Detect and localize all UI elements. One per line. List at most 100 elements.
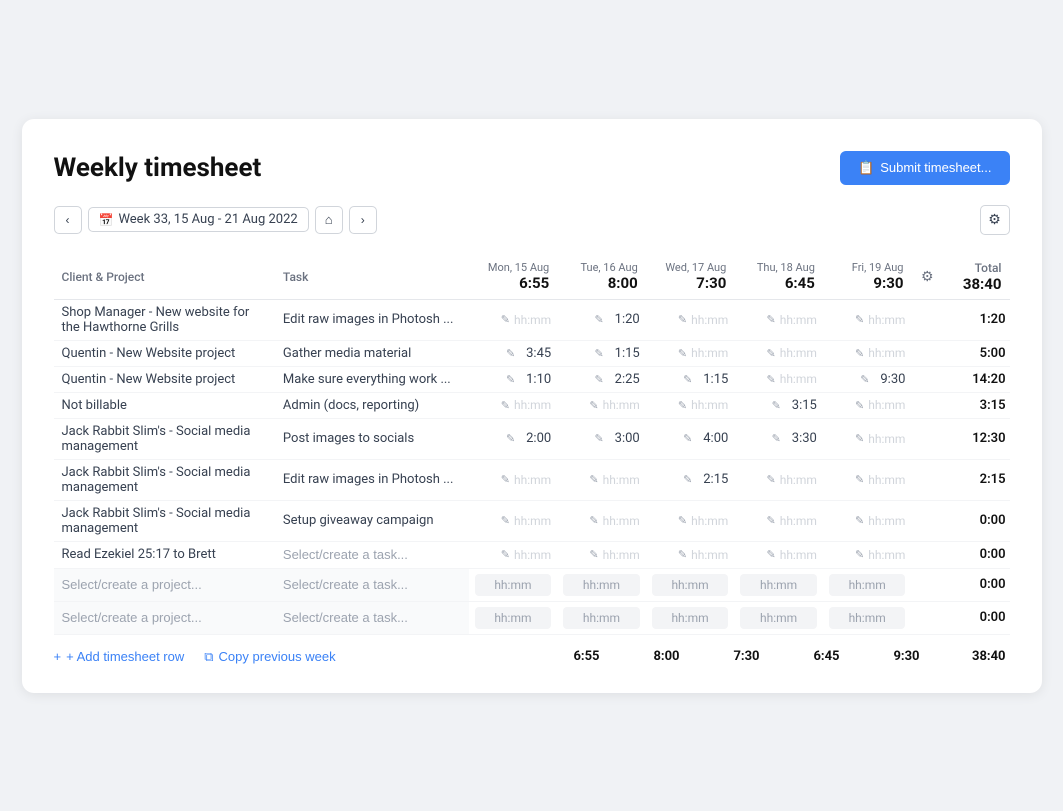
project-cell: Not billable [54,392,275,418]
day-cell-mon: hh:mm [469,601,558,634]
edit-icon[interactable]: ✎ [589,514,598,527]
edit-icon[interactable]: ✎ [506,373,515,386]
edit-icon[interactable]: ✎ [595,347,604,360]
day-cell-thu: ✎ hh:mm [734,299,823,340]
edit-icon[interactable]: ✎ [589,548,598,561]
task-cell[interactable] [275,601,469,634]
edit-icon[interactable]: ✎ [678,313,687,326]
project-cell: Jack Rabbit Slim's - Social media manage… [54,459,275,500]
edit-icon[interactable]: ✎ [501,313,510,326]
project-input[interactable] [62,577,267,592]
task-input[interactable] [283,547,461,562]
edit-icon[interactable]: ✎ [683,373,692,386]
edit-icon[interactable]: ✎ [595,432,604,445]
edit-icon[interactable]: ✎ [589,473,598,486]
project-cell: Jack Rabbit Slim's - Social media manage… [54,418,275,459]
task-cell[interactable] [275,568,469,601]
edit-icon[interactable]: ✎ [595,313,604,326]
day-cell-wed: ✎ 4:00 [646,418,735,459]
day-cell-tue: hh:mm [557,601,646,634]
prev-week-button[interactable]: ‹ [54,206,82,234]
edit-icon[interactable]: ✎ [678,347,687,360]
project-cell[interactable] [54,601,275,634]
day-cell-fri: ✎ hh:mm [823,340,912,366]
edit-icon[interactable]: ✎ [855,473,864,486]
edit-icon[interactable]: ✎ [501,473,510,486]
add-icon: + [54,649,62,664]
time-cell: ✎ hh:mm [829,398,906,412]
time-cell: ✎ hh:mm [475,473,552,487]
task-cell: Edit raw images in Photosh ... [275,299,469,340]
task-input[interactable] [283,610,461,625]
edit-icon[interactable]: ✎ [855,313,864,326]
task-cell: Post images to socials [275,418,469,459]
edit-icon[interactable]: ✎ [683,473,692,486]
edit-icon[interactable]: ✎ [766,473,775,486]
edit-icon[interactable]: ✎ [855,548,864,561]
edit-icon[interactable]: ✎ [766,347,775,360]
day-cell-wed: ✎ hh:mm [646,340,735,366]
time-cell: ✎ hh:mm [740,313,817,327]
task-cell: Make sure everything work ... [275,366,469,392]
edit-icon[interactable]: ✎ [766,548,775,561]
time-cell: ✎ 9:30 [829,372,906,387]
edit-icon[interactable]: ✎ [860,373,869,386]
submit-button[interactable]: 📋 Submit timesheet... [840,151,1009,185]
footer-total-wed: 7:30 [688,649,768,664]
time-cell-disabled: hh:mm [829,607,906,629]
day-cell-wed: hh:mm [646,568,735,601]
edit-icon[interactable]: ✎ [855,399,864,412]
add-row-button[interactable]: + + Add timesheet row [54,649,185,664]
edit-icon[interactable]: ✎ [766,313,775,326]
col-header-tue: Tue, 16 Aug 8:00 [557,255,646,300]
day-cell-fri: hh:mm [823,568,912,601]
footer-total-mon: 6:55 [528,649,608,664]
day-cell-fri: ✎ hh:mm [823,392,912,418]
time-cell: ✎ hh:mm [563,548,640,562]
time-cell: ✎ hh:mm [740,372,817,386]
edit-icon[interactable]: ✎ [683,432,692,445]
edit-icon[interactable]: ✎ [766,373,775,386]
edit-icon[interactable]: ✎ [501,548,510,561]
edit-icon[interactable]: ✎ [506,347,515,360]
time-cell: ✎ 1:20 [563,312,640,327]
project-cell: Jack Rabbit Slim's - Social media manage… [54,500,275,541]
project-cell[interactable] [54,568,275,601]
edit-icon[interactable]: ✎ [772,432,781,445]
time-cell: ✎ hh:mm [829,473,906,487]
time-cell: ✎ hh:mm [652,313,729,327]
day-cell-tue: ✎ hh:mm [557,459,646,500]
time-cell: ✎ hh:mm [740,473,817,487]
settings-button[interactable]: ⚙ [980,205,1010,235]
time-cell-disabled: hh:mm [652,607,729,629]
table-row: Quentin - New Website projectGather medi… [54,340,1010,366]
edit-icon[interactable]: ✎ [589,399,598,412]
edit-icon[interactable]: ✎ [501,514,510,527]
day-cell-tue: ✎ hh:mm [557,500,646,541]
project-input[interactable] [62,610,267,625]
time-cell: ✎ hh:mm [740,346,817,360]
next-week-button[interactable]: › [349,206,377,234]
edit-icon[interactable]: ✎ [506,432,515,445]
edit-icon[interactable]: ✎ [595,373,604,386]
col-header-total: Total 38:40 [943,255,1009,300]
edit-icon[interactable]: ✎ [678,548,687,561]
task-cell[interactable] [275,541,469,568]
edit-icon[interactable]: ✎ [855,514,864,527]
col-header-project: Client & Project [54,255,275,300]
time-cell: ✎ 2:25 [563,372,640,387]
edit-icon[interactable]: ✎ [678,514,687,527]
edit-icon[interactable]: ✎ [766,514,775,527]
edit-icon[interactable]: ✎ [855,347,864,360]
time-cell: ✎ 3:30 [740,431,817,446]
day-cell-mon: ✎ hh:mm [469,459,558,500]
edit-icon[interactable]: ✎ [678,399,687,412]
table-row: hh:mmhh:mmhh:mmhh:mmhh:mm0:00 [54,601,1010,634]
edit-icon[interactable]: ✎ [501,399,510,412]
copy-previous-button[interactable]: ⧉ Copy previous week [204,649,335,665]
task-input[interactable] [283,577,461,592]
edit-icon[interactable]: ✎ [772,399,781,412]
task-cell: Admin (docs, reporting) [275,392,469,418]
home-button[interactable]: ⌂ [315,206,343,234]
edit-icon[interactable]: ✎ [855,432,864,445]
